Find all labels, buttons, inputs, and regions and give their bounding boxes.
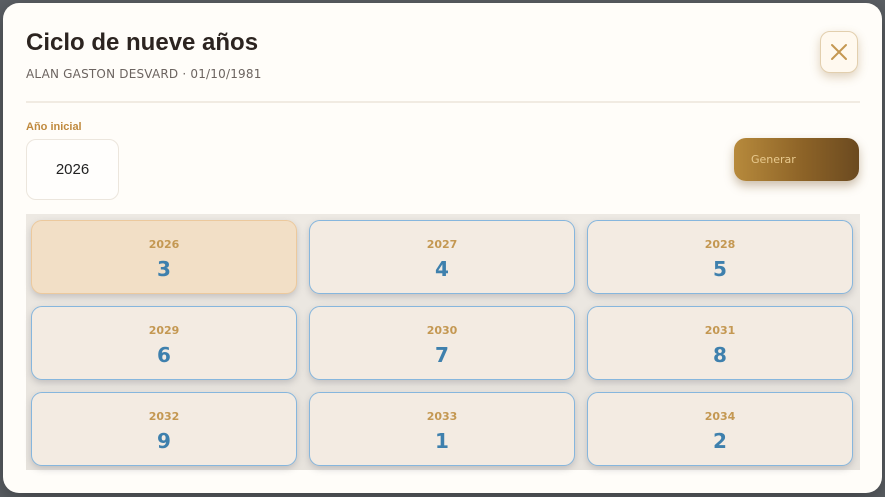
header-divider xyxy=(26,101,860,103)
cycle-card-number: 3 xyxy=(157,257,171,281)
modal-title: Ciclo de nueve años xyxy=(26,29,259,56)
start-year-input[interactable] xyxy=(26,139,119,200)
close-button[interactable] xyxy=(820,31,858,73)
close-icon xyxy=(831,44,847,60)
cycle-card[interactable]: 2029 6 xyxy=(31,306,297,380)
cycle-card[interactable]: 2034 2 xyxy=(587,392,853,466)
cycle-card[interactable]: 2028 5 xyxy=(587,220,853,294)
cycle-card-number: 9 xyxy=(157,429,171,453)
cycle-grid: 2026 3 2027 4 2028 5 2029 6 2030 7 2031 … xyxy=(26,214,860,470)
modal-subtitle: ALAN GASTON DESVARD · 01/10/1981 xyxy=(26,67,262,81)
cycle-card-number: 4 xyxy=(435,257,449,281)
cycle-card-year: 2031 xyxy=(704,324,736,337)
cycle-card-year: 2032 xyxy=(148,410,180,423)
cycle-card-number: 5 xyxy=(713,257,727,281)
cycle-card-number: 8 xyxy=(713,343,727,367)
cycle-card-year: 2030 xyxy=(426,324,458,337)
cycle-card-year: 2026 xyxy=(148,238,180,251)
cycle-card[interactable]: 2026 3 xyxy=(31,220,297,294)
cycle-card[interactable]: 2032 9 xyxy=(31,392,297,466)
cycle-card[interactable]: 2031 8 xyxy=(587,306,853,380)
cycle-card[interactable]: 2027 4 xyxy=(309,220,575,294)
generate-button[interactable]: Generar xyxy=(734,138,859,181)
cycle-card[interactable]: 2033 1 xyxy=(309,392,575,466)
nine-year-cycle-modal: Ciclo de nueve años ALAN GASTON DESVARD … xyxy=(3,3,882,493)
cycle-card-year: 2034 xyxy=(704,410,736,423)
cycle-card-year: 2033 xyxy=(426,410,458,423)
cycle-card-year: 2029 xyxy=(148,324,180,337)
cycle-card-number: 1 xyxy=(435,429,449,453)
start-year-label: Año inicial xyxy=(26,121,82,133)
cycle-card-number: 7 xyxy=(435,343,449,367)
cycle-card-number: 6 xyxy=(157,343,171,367)
cycle-card[interactable]: 2030 7 xyxy=(309,306,575,380)
cycle-card-year: 2027 xyxy=(426,238,458,251)
cycle-card-number: 2 xyxy=(713,429,727,453)
cycle-card-year: 2028 xyxy=(704,238,736,251)
